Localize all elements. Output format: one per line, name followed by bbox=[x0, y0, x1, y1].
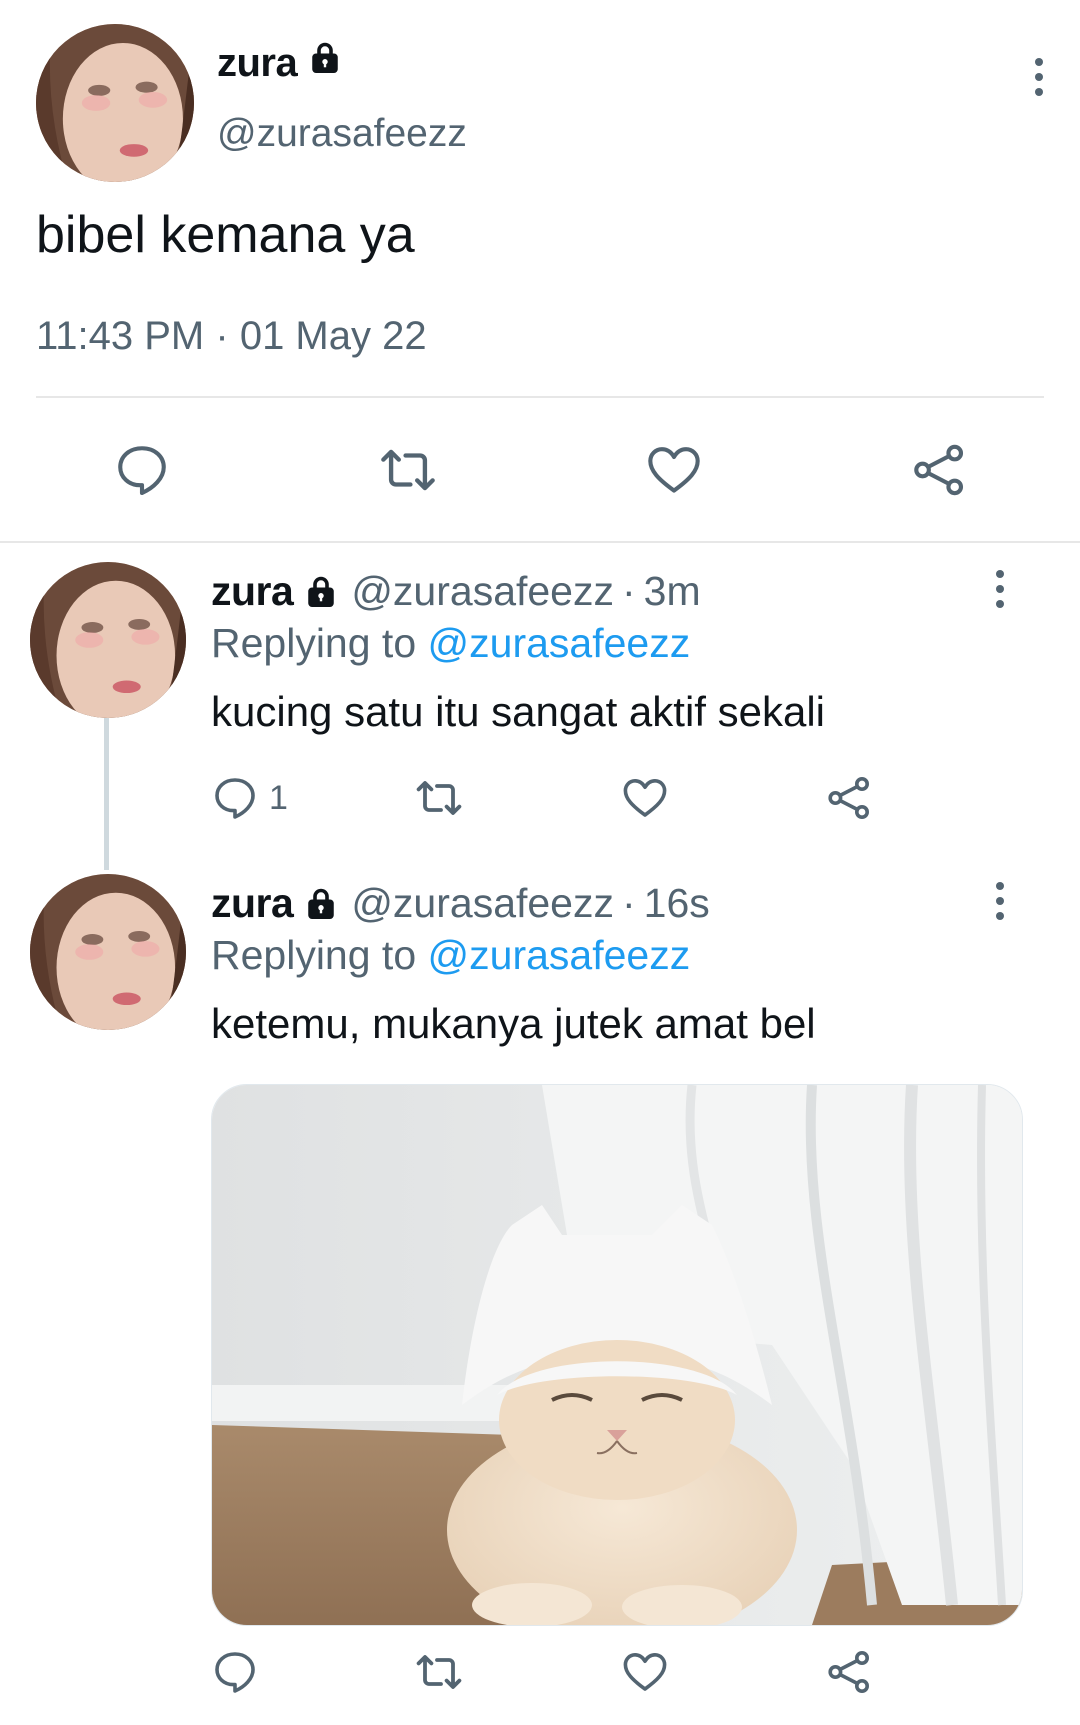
main-share-button[interactable] bbox=[909, 441, 969, 499]
reply-icon bbox=[118, 446, 166, 496]
reply-1-share-button[interactable] bbox=[824, 774, 874, 822]
reply-2-mention-link[interactable]: @zurasafeezz bbox=[428, 932, 691, 978]
main-retweet-button[interactable] bbox=[377, 441, 439, 499]
reply-2-replying-prefix: Replying to bbox=[211, 932, 417, 978]
retweet-icon bbox=[416, 1655, 462, 1689]
section-divider bbox=[0, 541, 1080, 543]
reply-2-time[interactable]: 16s bbox=[644, 880, 710, 927]
main-display-name-row: zura bbox=[217, 40, 343, 86]
reply-1-separator: · bbox=[622, 568, 636, 614]
reply-2-display-name: zura bbox=[211, 880, 294, 926]
share-icon bbox=[828, 777, 869, 819]
thread-connector-line bbox=[104, 718, 109, 870]
reply-2-attached-photo[interactable] bbox=[211, 1084, 1023, 1626]
lock-icon bbox=[307, 40, 343, 86]
main-tweet-timestamp[interactable]: 11:43 PM · 01 May 22 bbox=[36, 314, 427, 359]
reply-2-retweet-button[interactable] bbox=[412, 1648, 466, 1696]
main-date: 01 May 22 bbox=[239, 314, 427, 358]
reply-1-replying-prefix: Replying to bbox=[211, 620, 417, 666]
main-divider bbox=[36, 396, 1044, 398]
reply-1-mention-link[interactable]: @zurasafeezz bbox=[428, 620, 691, 666]
retweet-icon bbox=[416, 781, 462, 815]
reply-1-avatar[interactable] bbox=[30, 562, 186, 718]
main-like-button[interactable] bbox=[644, 441, 704, 499]
reply-1-more-menu-icon[interactable] bbox=[990, 570, 1010, 608]
like-icon bbox=[623, 1653, 667, 1691]
retweet-icon bbox=[381, 449, 435, 491]
main-avatar[interactable] bbox=[36, 24, 194, 182]
reply-2-share-button[interactable] bbox=[824, 1648, 874, 1696]
like-icon bbox=[623, 779, 667, 817]
reply-1-replying-to: Replying to @zurasafeezz bbox=[211, 620, 690, 667]
main-tweet-text: bibel kemana ya bbox=[36, 206, 415, 264]
main-meta-separator: · bbox=[215, 314, 229, 358]
reply-2-reply-button[interactable] bbox=[211, 1648, 269, 1696]
reply-2-like-button[interactable] bbox=[620, 1648, 670, 1696]
reply-2-text: ketemu, mukanya jutek amat bel bbox=[211, 1000, 816, 1047]
reply-2-avatar[interactable] bbox=[30, 874, 186, 1030]
reply-2-handle[interactable]: @zurasafeezz bbox=[351, 880, 614, 927]
reply-1-reply-button[interactable]: 1 bbox=[211, 774, 288, 822]
reply-2-more-menu-icon[interactable] bbox=[990, 882, 1010, 920]
reply-1-handle[interactable]: @zurasafeezz bbox=[351, 568, 614, 615]
reply-icon bbox=[215, 1652, 255, 1693]
like-icon bbox=[648, 447, 700, 493]
reply-1-time[interactable]: 3m bbox=[644, 568, 701, 615]
lock-icon bbox=[303, 885, 339, 923]
reply-1-reply-count: 1 bbox=[269, 778, 288, 817]
reply-2-replying-to: Replying to @zurasafeezz bbox=[211, 932, 690, 979]
reply-1-header: zura @zurasafeezz · 3m bbox=[211, 568, 701, 615]
reply-2-separator: · bbox=[622, 880, 636, 926]
reply-1-text: kucing satu itu sangat aktif sekali bbox=[211, 688, 826, 735]
main-more-menu-icon[interactable] bbox=[1029, 58, 1049, 96]
reply-1-like-button[interactable] bbox=[620, 774, 670, 822]
reply-icon bbox=[215, 778, 255, 819]
reply-1-display-name: zura bbox=[211, 568, 294, 614]
lock-icon bbox=[303, 573, 339, 611]
main-time: 11:43 PM bbox=[36, 314, 205, 358]
main-handle[interactable]: @zurasafeezz bbox=[217, 112, 467, 156]
share-icon bbox=[828, 1651, 869, 1693]
main-reply-button[interactable] bbox=[113, 441, 171, 499]
main-display-name: zura bbox=[217, 40, 298, 85]
reply-2-header: zura @zurasafeezz · 16s bbox=[211, 880, 710, 927]
share-icon bbox=[914, 444, 964, 496]
reply-1-retweet-button[interactable] bbox=[412, 774, 466, 822]
